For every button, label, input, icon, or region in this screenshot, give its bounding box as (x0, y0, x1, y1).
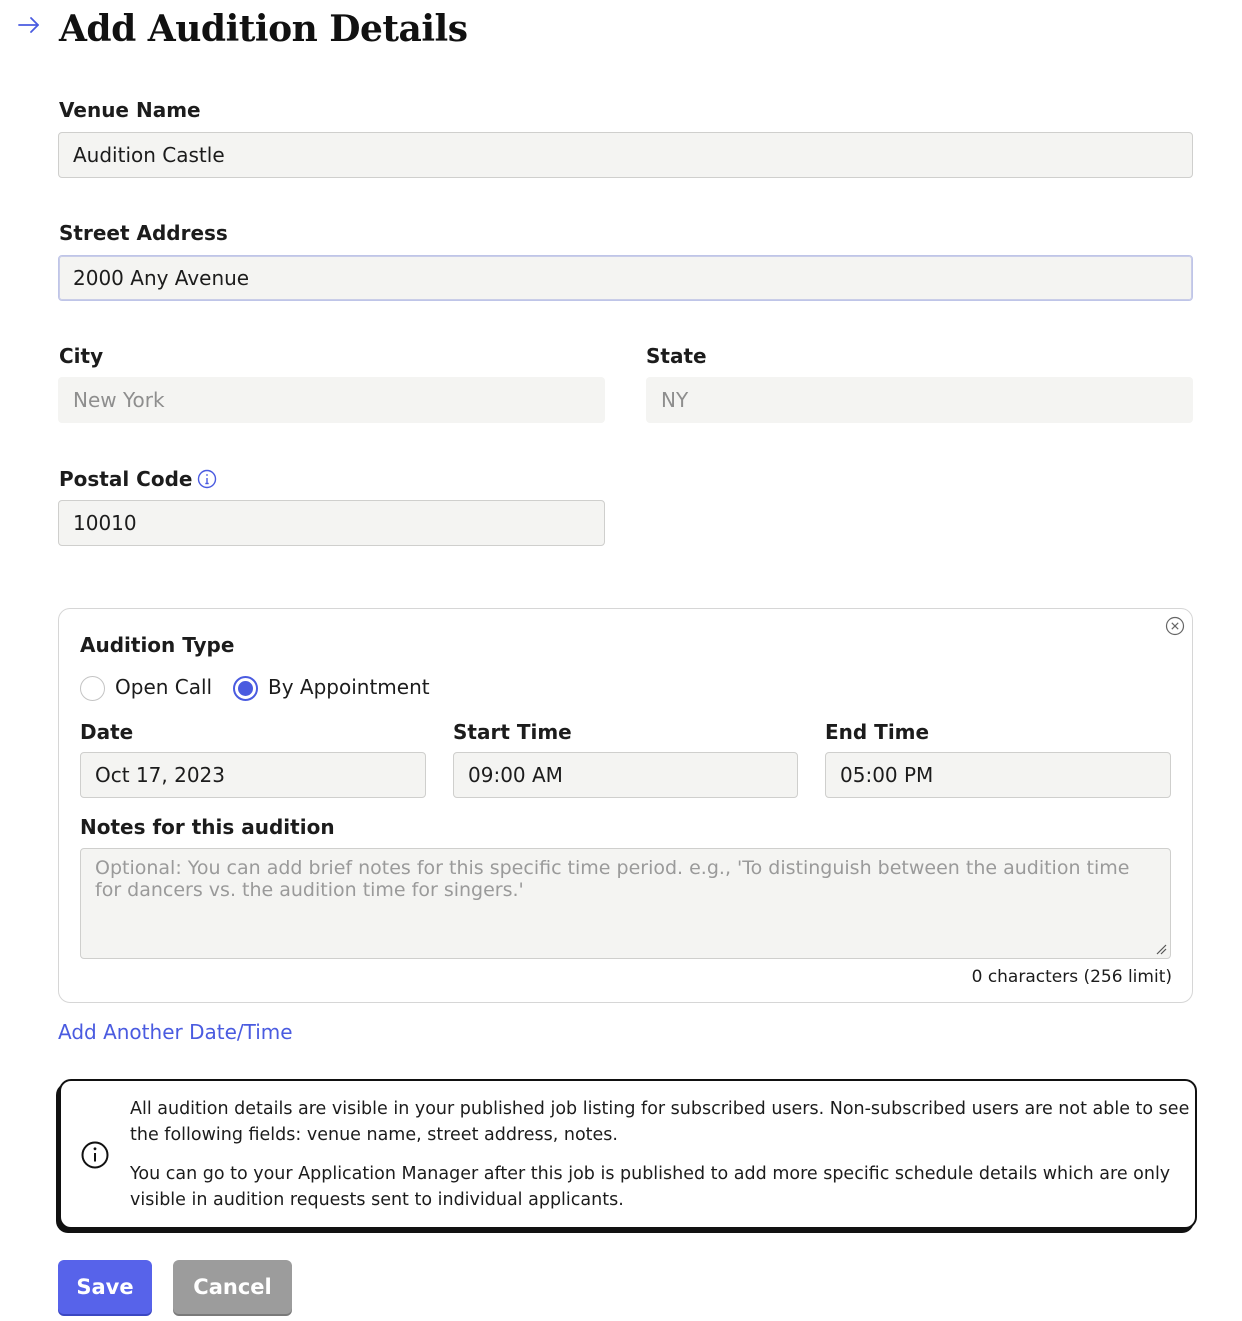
notes-textarea[interactable]: Optional: You can add brief notes for th… (80, 848, 1171, 959)
notes-label: Notes for this audition (80, 815, 335, 839)
postal-code-label-text: Postal Code (59, 467, 193, 491)
start-time-input[interactable]: 09:00 AM (453, 752, 798, 798)
street-address-label: Street Address (59, 221, 228, 245)
info-icon[interactable] (197, 469, 217, 489)
info-icon (80, 1140, 110, 1170)
save-button[interactable]: Save (58, 1260, 152, 1314)
notice-paragraph-2: You can go to your Application Manager a… (130, 1164, 1171, 1210)
state-label: State (646, 344, 707, 368)
date-label: Date (80, 720, 134, 744)
open-call-radio[interactable] (80, 676, 105, 701)
by-appointment-radio[interactable] (233, 676, 258, 701)
cancel-button[interactable]: Cancel (173, 1260, 292, 1314)
venue-name-label: Venue Name (59, 98, 201, 122)
arrow-right-icon[interactable] (16, 12, 42, 38)
city-input: New York (58, 377, 605, 423)
close-circle-icon[interactable] (1165, 616, 1185, 636)
open-call-label[interactable]: Open Call (115, 675, 212, 699)
postal-code-label: Postal Code (59, 467, 217, 491)
audition-type-label: Audition Type (80, 633, 235, 657)
end-time-input[interactable]: 05:00 PM (825, 752, 1171, 798)
add-another-date-time-link[interactable]: Add Another Date/Time (58, 1020, 293, 1044)
date-input[interactable]: Oct 17, 2023 (80, 752, 426, 798)
city-label: City (59, 344, 104, 368)
resize-grip-icon[interactable] (1155, 943, 1167, 955)
end-time-label: End Time (825, 720, 930, 744)
street-address-input[interactable]: 2000 Any Avenue (58, 255, 1193, 301)
by-appointment-label[interactable]: By Appointment (268, 675, 430, 699)
state-input: NY (646, 377, 1193, 423)
page-title: Add Audition Details (59, 8, 468, 50)
start-time-label: Start Time (453, 720, 572, 744)
venue-name-input[interactable]: Audition Castle (58, 132, 1193, 178)
character-count: 0 characters (256 limit) (971, 967, 1172, 987)
info-notice: All audition details are visible in your… (59, 1079, 1197, 1229)
audition-time-card: Audition Type Open Call By Appointment D… (58, 608, 1193, 1003)
postal-code-input[interactable]: 10010 (58, 500, 605, 546)
notes-placeholder: Optional: You can add brief notes for th… (95, 857, 1130, 901)
notice-paragraph-1: All audition details are visible in your… (130, 1099, 1190, 1145)
